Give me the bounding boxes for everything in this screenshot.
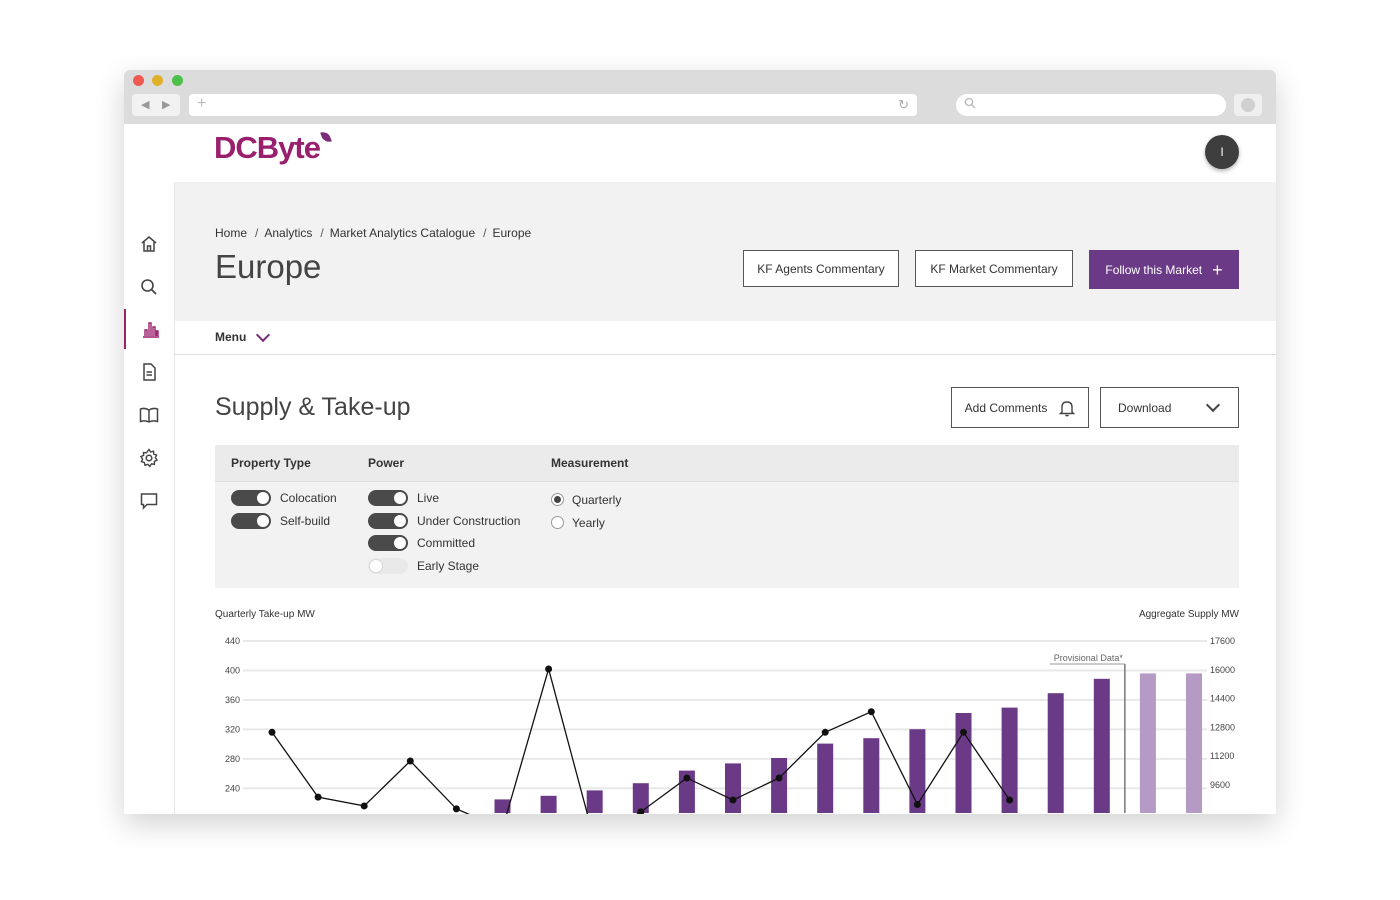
- left-tick-label: 240: [225, 783, 240, 793]
- right-tick-label: 16000: [1210, 665, 1235, 675]
- right-tick-label: 9600: [1210, 780, 1230, 790]
- takeup-point: [867, 708, 875, 716]
- takeup-point: [821, 728, 829, 736]
- supply-bar: [817, 743, 834, 813]
- left-tick-label: 440: [225, 636, 240, 646]
- takeup-point: [314, 793, 322, 801]
- takeup-point: [1006, 796, 1014, 804]
- takeup-point: [268, 728, 276, 736]
- left-tick-label: 360: [225, 695, 240, 705]
- supply-bar: [771, 758, 788, 813]
- supply-bar: [725, 763, 741, 813]
- takeup-point: [683, 774, 691, 782]
- takeup-point: [960, 728, 967, 736]
- takeup-point: [452, 805, 460, 813]
- takeup-point: [360, 802, 368, 810]
- provisional-bar: [1139, 673, 1156, 813]
- browser-window: ◀ ▶ + ↻ DCByte I Home / Analytics / Mark…: [124, 70, 1276, 814]
- takeup-point: [775, 774, 783, 782]
- provisional-bar: [1186, 673, 1202, 813]
- right-tick-label: 17600: [1210, 636, 1235, 646]
- supply-takeup-chart: 440 17600 400 16000 360 14400 320 12800 280 11200…: [225, 636, 1235, 814]
- right-tick-label: 12800: [1210, 722, 1235, 732]
- right-tick-label: 14400: [1210, 694, 1235, 704]
- supply-bar: [863, 738, 880, 813]
- provisional-annotation: Provisional Data*: [1054, 653, 1124, 663]
- supply-bar: [1047, 693, 1064, 813]
- supply-bar: [586, 790, 603, 813]
- left-tick-label: 320: [225, 724, 240, 734]
- right-tick-label: 11200: [1210, 751, 1234, 761]
- supply-bar: [540, 795, 557, 813]
- takeup-point: [406, 757, 414, 765]
- takeup-point: [545, 665, 553, 673]
- supply-bar: [1093, 678, 1110, 813]
- left-tick-label: 280: [225, 754, 240, 764]
- supply-bar: [909, 729, 926, 813]
- takeup-point: [913, 800, 921, 808]
- supply-bar: [955, 713, 972, 813]
- takeup-point: [729, 796, 737, 804]
- left-tick-label: 400: [225, 665, 240, 675]
